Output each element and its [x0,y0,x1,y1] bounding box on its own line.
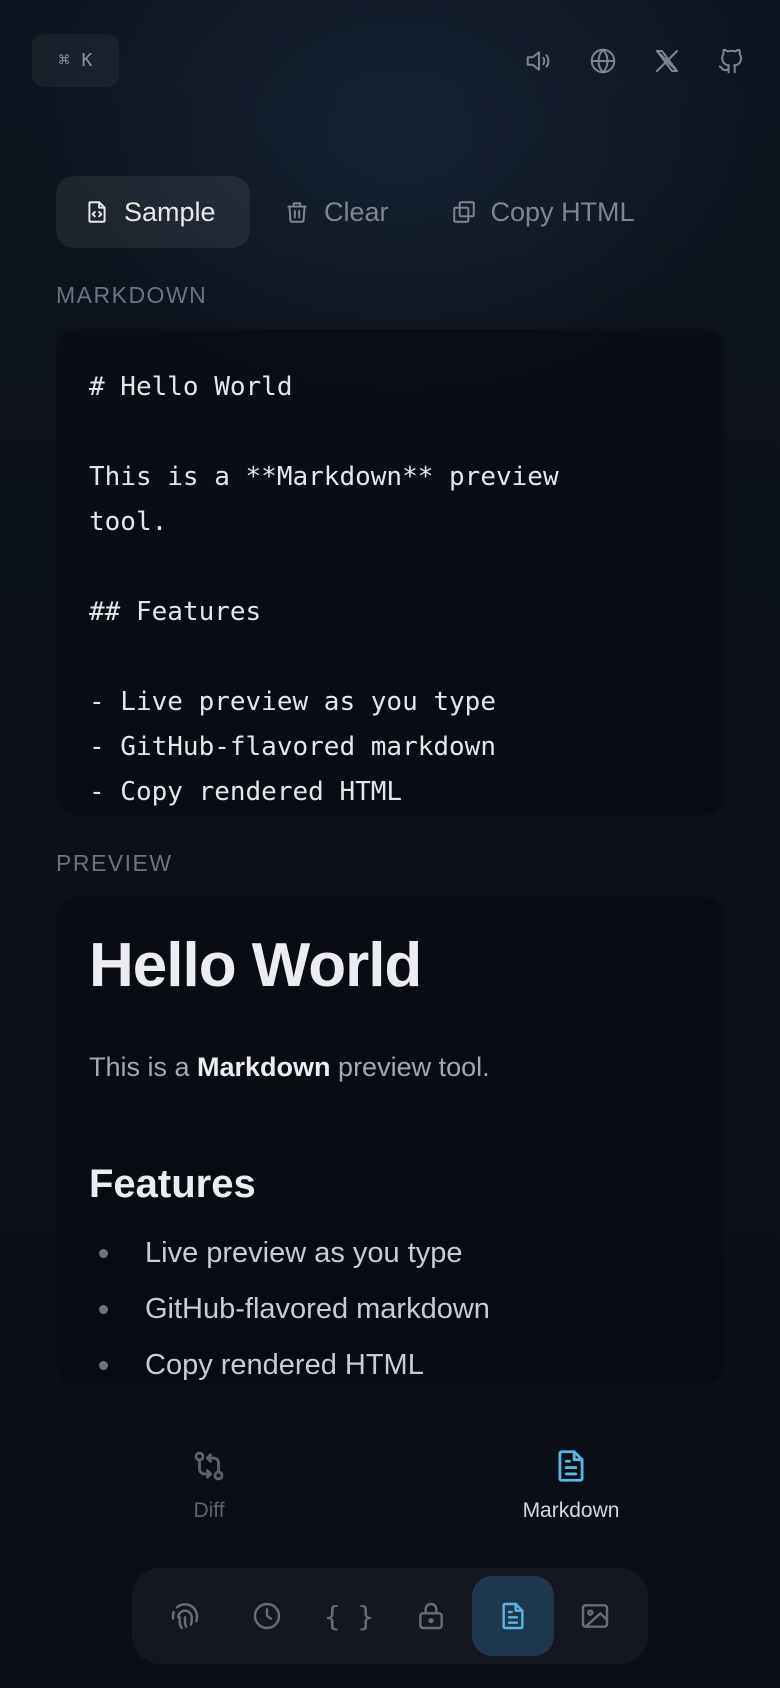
top-icons [522,44,748,78]
image-icon [581,1604,609,1628]
list-item: Live preview as you type [89,1235,691,1291]
trash-icon [287,202,307,223]
clear-button-label: Clear [324,196,389,227]
preview-paragraph-bold: Markdown [197,1052,331,1082]
copy-html-button-label: Copy HTML [490,196,635,227]
markdown-section-label: MARKDOWN [56,282,208,308]
clock-icon [253,1602,281,1630]
fingerprint-icon [171,1603,199,1630]
copy-html-button[interactable]: Copy HTML [423,176,663,248]
dock-item-fingerprint[interactable] [144,1576,226,1656]
diff-mode-tab[interactable]: Diff [109,1445,309,1523]
sample-button[interactable]: Sample [56,176,250,248]
globe-icon[interactable] [586,44,620,78]
preview-pane: Hello World This is a Markdown preview t… [56,897,724,1385]
dock-item-lock[interactable] [390,1576,472,1656]
markdown-editor[interactable]: # Hello World This is a **Markdown** pre… [56,329,724,815]
speaker-icon[interactable] [522,44,556,78]
sample-button-label: Sample [124,196,216,227]
command-key-icon: ⌘ [58,50,70,71]
dock-item-clock[interactable] [226,1576,308,1656]
preview-paragraph: This is a Markdown preview tool. [89,1049,691,1085]
preview-subheading: Features [89,1162,256,1206]
preview-section-label: PREVIEW [56,850,173,876]
braces-icon: { } [323,1599,375,1633]
markdown-mode-tab[interactable]: Markdown [471,1445,671,1523]
clear-button[interactable]: Clear [256,176,417,248]
document-icon [558,1450,584,1482]
dock-item-markdown[interactable] [472,1576,554,1656]
markdown-text[interactable]: # Hello World This is a **Markdown** pre… [89,365,649,815]
top-bar: ⌘ K [32,34,748,88]
bottom-dock: { } [132,1568,648,1664]
x-logo-icon[interactable] [650,44,684,78]
copy-icon [452,201,475,223]
list-item: GitHub-flavored markdown [89,1291,691,1347]
document-icon [502,1602,524,1630]
shortcut-key-label: K [81,50,93,71]
diff-mode-label: Diff [193,1499,225,1522]
editor-toolbar: Sample Clear Copy HTML [56,176,669,248]
preview-paragraph-prefix: This is a [89,1052,198,1082]
mode-switcher: Diff Markdown [0,1445,780,1525]
command-palette-button[interactable]: ⌘ K [32,34,119,87]
lock-icon [419,1602,443,1630]
preview-list: Live preview as you type GitHub-flavored… [89,1235,691,1385]
preview-heading: Hello World [89,931,422,1000]
dock-item-image[interactable] [554,1576,636,1656]
markdown-mode-label: Markdown [522,1499,620,1522]
github-icon[interactable] [714,44,748,78]
git-compare-icon [194,1451,224,1481]
file-code-icon [88,201,106,223]
list-item: Copy rendered HTML [89,1347,691,1385]
dock-item-json[interactable]: { } [308,1576,390,1656]
preview-paragraph-suffix: preview tool. [330,1052,490,1082]
